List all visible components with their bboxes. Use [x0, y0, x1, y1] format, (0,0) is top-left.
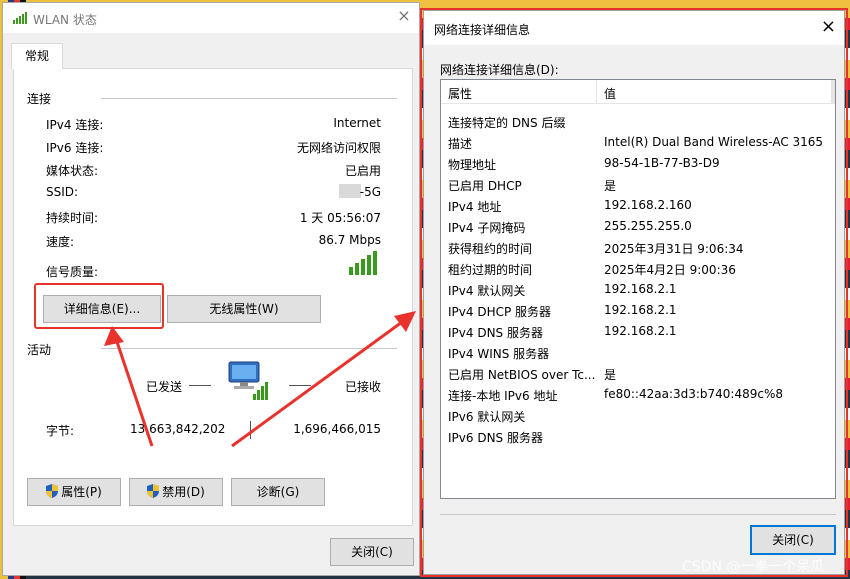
watermark: CSDN @一拳一个呆瓜 [682, 559, 825, 575]
arrow-right-icon [231, 311, 416, 448]
annotation-arrows [104, 311, 416, 448]
arrow-up-icon [104, 326, 154, 447]
tab-general[interactable]: 常规 [11, 43, 63, 69]
